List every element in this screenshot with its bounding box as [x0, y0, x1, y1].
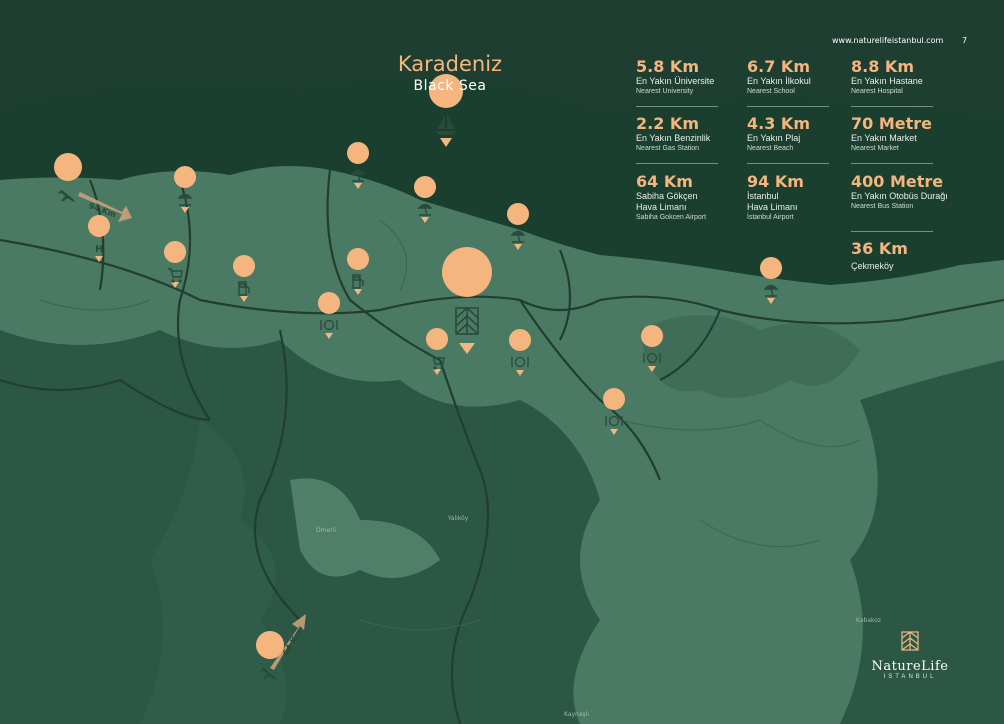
stat-label-tr: En Yakın Üniversite: [636, 76, 715, 86]
website-url[interactable]: www.naturelifeistanbul.com: [832, 36, 943, 45]
stat-label-tr: En Yakın Plaj: [747, 133, 801, 143]
stat-label-en: Nearest Hospital: [851, 88, 903, 95]
sea-name-english: Black Sea: [413, 78, 487, 94]
stat-sabiha-airport: 64 Km Sabiha Gökçen Hava Limanı Sabiha G…: [636, 173, 706, 223]
stat-label-tr: En Yakın Hastane: [851, 76, 923, 86]
stat-value: 2.2 Km: [636, 114, 699, 133]
stat-value: 5.8 Km: [636, 57, 699, 76]
area-map[interactable]: 94 Km 64 Km Ömerli Yalıköy Kabakoz Kayna…: [0, 0, 1004, 724]
stat-gas-station: 2.2 Km En Yakın Benzinlik Nearest Gas St…: [636, 115, 710, 154]
divider: [851, 163, 933, 164]
stat-label-en: Nearest School: [747, 88, 795, 95]
brand-name: NatureLife: [871, 659, 949, 674]
stat-value: 4.3 Km: [747, 114, 810, 133]
place-label-yalikoy: Yalıköy: [447, 515, 469, 522]
stat-label-tr: En Yakın Market: [851, 133, 917, 143]
place-label-kaynasli: Kaynaşlı: [564, 711, 589, 718]
stat-label-tr: En Yakın Otobüs Durağı: [851, 191, 948, 201]
stat-istanbul-airport: 94 Km İstanbul Hava Limanı İstanbul Airp…: [747, 173, 804, 223]
sea-name-turkish: Karadeniz: [397, 52, 503, 76]
divider: [636, 163, 718, 164]
stat-label-tr: Sabiha Gökçen: [636, 191, 698, 201]
stat-label-tr: Çekmeköy: [851, 261, 894, 271]
brand-logo[interactable]: NatureLife ISTANBUL: [850, 630, 970, 680]
stat-label-tr: En Yakın Benzinlik: [636, 133, 711, 143]
stat-hospital: 8.8 Km En Yakın Hastane Nearest Hospital: [851, 58, 923, 97]
stat-value: 8.8 Km: [851, 57, 914, 76]
stat-value: 70 Metre: [851, 114, 932, 133]
stat-label-tr-line2: Hava Limanı: [636, 202, 687, 212]
divider: [636, 106, 718, 107]
stat-label-en: Sabiha Gokcen Airport: [636, 214, 707, 221]
stat-label-en: Nearest Market: [851, 145, 899, 152]
stat-value: 36 Km: [851, 239, 908, 258]
page-number: 7: [962, 36, 968, 45]
stat-cekmekoy: 36 Km Çekmeköy: [851, 240, 908, 272]
stat-school: 6.7 Km En Yakın İlkokul Nearest School: [747, 58, 811, 97]
stat-label-en: Nearest Beach: [747, 145, 794, 152]
divider: [851, 231, 933, 232]
stat-beach: 4.3 Km En Yakın Plaj Nearest Beach: [747, 115, 810, 154]
stat-label-tr: En Yakın İlkokul: [747, 76, 811, 86]
place-label-omerli: Ömerli: [316, 527, 336, 534]
divider: [747, 163, 829, 164]
stat-market: 70 Metre En Yakın Market Nearest Market: [851, 115, 932, 154]
hospital-icon: H: [95, 244, 103, 255]
stat-value: 6.7 Km: [747, 57, 810, 76]
brand-mark-icon: [901, 631, 919, 651]
stat-label-en: İstanbul Airport: [747, 214, 794, 221]
stat-value: 94 Km: [747, 172, 804, 191]
stat-label-tr-line2: Hava Limanı: [747, 202, 798, 212]
stat-label-tr: İstanbul: [747, 191, 779, 201]
stat-value: 64 Km: [636, 172, 693, 191]
stat-university: 5.8 Km En Yakın Üniversite Nearest Unive…: [636, 58, 714, 97]
stat-label-en: Nearest University: [636, 88, 694, 95]
stat-label-en: Nearest Gas Station: [636, 145, 700, 152]
stat-value: 400 Metre: [851, 172, 944, 191]
brand-subtitle: ISTANBUL: [883, 674, 937, 680]
place-label-kabakoz: Kabakoz: [856, 617, 881, 624]
stat-bus-station: 400 Metre En Yakın Otobüs Durağı Nearest…: [851, 173, 948, 212]
stat-label-en: Nearest Bus Station: [851, 203, 914, 210]
divider: [851, 106, 933, 107]
divider: [747, 106, 829, 107]
